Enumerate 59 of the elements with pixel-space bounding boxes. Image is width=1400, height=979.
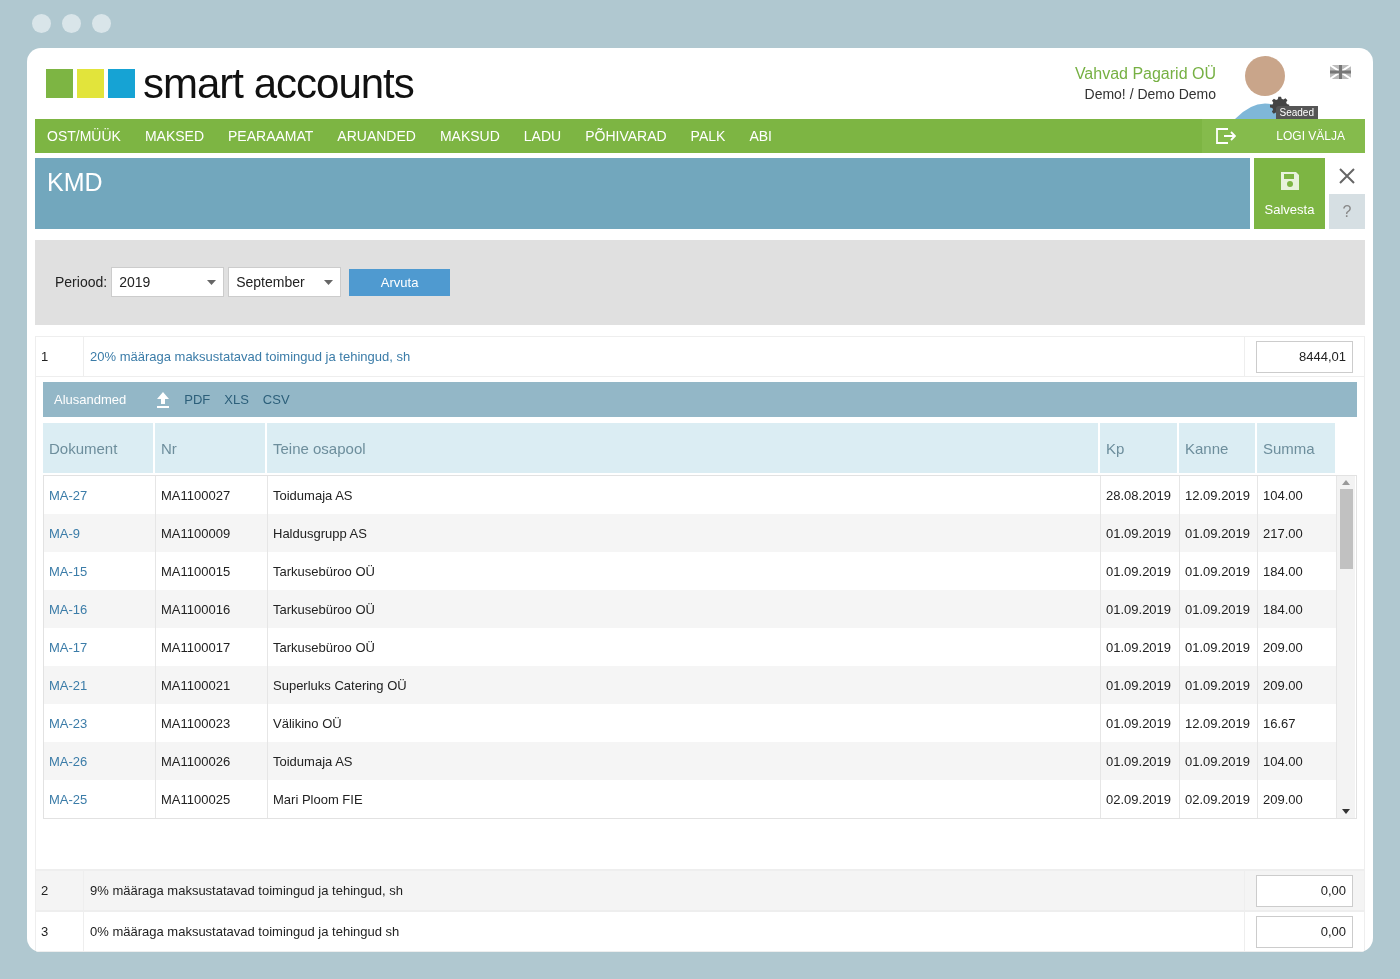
line-label[interactable]: 0% määraga maksustatavad toimingud ja tehingud sh <box>84 924 1244 940</box>
close-icon <box>1338 167 1356 186</box>
document-link[interactable]: MA-25 <box>44 780 156 819</box>
nav-item[interactable]: ARUANDED <box>325 128 428 144</box>
logout-icon <box>1216 128 1237 144</box>
window-dot-icon <box>62 14 81 33</box>
line-label[interactable]: 20% määraga maksustatavad toimingud ja tehingud, sh <box>84 349 1244 365</box>
amount-field[interactable]: 8444,01 <box>1256 340 1353 373</box>
column-header[interactable]: Kp <box>1100 423 1177 474</box>
logout-button[interactable]: LOGI VÄLJA <box>1202 119 1365 154</box>
nav-item[interactable]: LADU <box>511 128 574 144</box>
nav-item[interactable]: PÕHIVARAD <box>573 128 679 144</box>
column-header[interactable]: Dokument <box>43 423 153 474</box>
caret-icon <box>207 279 217 285</box>
column-header[interactable]: Kanne <box>1179 423 1255 474</box>
nav-item[interactable]: ABI <box>737 128 784 144</box>
table-cell: 02.09.2019 <box>1101 780 1180 819</box>
caret-icon <box>324 279 334 285</box>
help-button[interactable]: ? <box>1329 194 1365 230</box>
table-cell: Mari Ploom FIE <box>268 780 1101 819</box>
export-link[interactable]: XLS <box>224 392 249 408</box>
scrollbar-track[interactable] <box>1337 476 1355 819</box>
window-dot-icon <box>92 14 111 33</box>
logo-squares-icon <box>46 69 135 98</box>
window-dot-icon <box>32 14 51 33</box>
amount-field[interactable]: 0,00 <box>1256 915 1353 948</box>
scroll-up-icon[interactable] <box>1342 480 1350 486</box>
line-label[interactable]: 9% määraga maksustatavad toimingud ja tehingud, sh <box>84 883 1244 899</box>
scroll-down-icon[interactable] <box>1342 809 1350 815</box>
column-header[interactable]: Teine osapool <box>267 423 1098 474</box>
nav-item[interactable]: MAKSED <box>132 128 216 144</box>
save-icon <box>1278 170 1301 193</box>
save-button[interactable]: Salvesta <box>1254 158 1325 230</box>
table-cell: 02.09.2019 <box>1180 780 1258 819</box>
export-link[interactable]: CSV <box>262 392 290 408</box>
export-link[interactable]: PDF <box>184 392 211 408</box>
calculate-button[interactable]: Arvuta <box>349 268 451 296</box>
nav-item[interactable]: MAKSUD <box>427 128 512 144</box>
user-name: Demo! / Demo Demo <box>1084 86 1216 102</box>
amount-field[interactable]: 0,00 <box>1256 874 1353 907</box>
table-cell: MA1100025 <box>156 780 268 819</box>
column-header[interactable]: Summa <box>1257 423 1335 474</box>
nav-item[interactable]: OST/MÜÜK <box>35 128 133 144</box>
page-title: KMD <box>35 158 1250 230</box>
settings-label[interactable]: Seaded <box>1275 106 1318 119</box>
month-select[interactable]: September <box>228 267 342 298</box>
nav-item[interactable]: PEARAAMAT <box>216 128 326 144</box>
line-number: 2 <box>36 871 84 911</box>
period-label: Periood: <box>55 274 108 291</box>
company-name: Vahvad Pagarid OÜ <box>1074 65 1216 83</box>
details-title: Alusandmed <box>54 392 127 408</box>
year-select[interactable]: 2019 <box>111 267 225 298</box>
nav-item[interactable]: PALK <box>678 128 738 144</box>
scroll-thumb[interactable] <box>1339 489 1353 570</box>
line-number: 1 <box>36 337 84 377</box>
flag-icon[interactable] <box>1330 64 1351 79</box>
line-number: 3 <box>36 912 84 951</box>
column-header[interactable]: Nr <box>155 423 265 474</box>
logo-text: smart accounts <box>143 59 414 108</box>
